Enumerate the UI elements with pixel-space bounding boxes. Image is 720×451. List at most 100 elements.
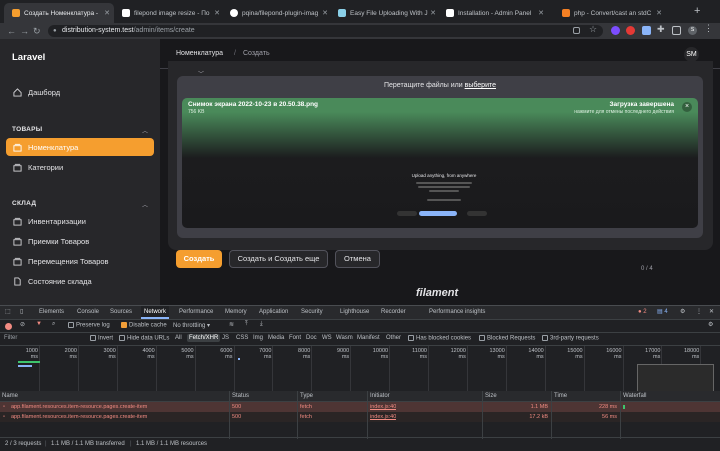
sidebar-item-receipts[interactable]: Приемки Товаров	[6, 232, 154, 250]
tab-elements[interactable]: Elements	[39, 306, 64, 319]
preserve-log-checkbox[interactable]: Preserve log	[68, 322, 110, 329]
tab-lighthouse[interactable]: Lighthouse	[340, 306, 369, 319]
sidebar-item-items[interactable]: Номенклатура	[6, 138, 154, 156]
browser-tab[interactable]: php - Convert/cast an stdC ✕	[556, 3, 666, 23]
more-options-icon[interactable]: ⋮	[696, 306, 702, 319]
tab-security[interactable]: Security	[301, 306, 323, 319]
back-arrow-icon[interactable]: ←	[7, 23, 16, 39]
record-icon[interactable]	[5, 323, 12, 330]
gear-icon[interactable]: ⚙	[708, 321, 713, 328]
error-badge[interactable]: ● 2	[638, 306, 647, 319]
reload-icon[interactable]: ↻	[33, 23, 41, 39]
wifi-icon[interactable]: ≋	[229, 321, 234, 328]
filter-type-fetch-xhr[interactable]: Fetch/XHR	[187, 334, 221, 342]
close-icon[interactable]: ×	[682, 102, 692, 112]
column-header-waterfall[interactable]: Waterfall	[620, 391, 646, 402]
network-overview-timeline[interactable]: 1000 ms 2000 ms 3000 ms 4000 ms 5000 ms 6000 …	[0, 346, 720, 395]
blocked-cookies-checkbox[interactable]: Has blocked cookies	[408, 335, 471, 342]
filter-input[interactable]: Filter	[4, 335, 84, 341]
sidebar-group-title[interactable]: ТОВАРЫ	[12, 126, 42, 133]
filter-type-doc[interactable]: Doc	[306, 335, 317, 341]
new-tab-button[interactable]: +	[694, 5, 700, 17]
footer-logo[interactable]: filament	[416, 287, 458, 299]
column-header-initiator[interactable]: Initiator	[367, 391, 390, 402]
filter-type-img[interactable]: Img	[253, 335, 263, 341]
extension-icon[interactable]	[626, 26, 635, 35]
browser-tab[interactable]: filepond image resize - По ✕	[116, 3, 224, 23]
filter-type-other[interactable]: Other	[386, 335, 401, 341]
disable-cache-checkbox[interactable]: Disable cache	[121, 322, 167, 329]
tab-network[interactable]: Network	[141, 306, 170, 319]
invert-checkbox[interactable]: Invert	[90, 335, 113, 342]
breadcrumb-parent[interactable]: Номенклатура	[176, 50, 223, 57]
create-button[interactable]: Создать	[176, 250, 222, 268]
avatar[interactable]: SM	[684, 47, 699, 62]
sidebar-item-stock[interactable]: Состояние склада	[6, 272, 154, 290]
tab-recorder[interactable]: Recorder	[381, 306, 406, 319]
filter-type-wasm[interactable]: Wasm	[336, 335, 353, 341]
request-initiator[interactable]: index.js:40	[370, 412, 396, 422]
tab-memory[interactable]: Memory	[225, 306, 247, 319]
sidebar-group-title[interactable]: СКЛАД	[12, 200, 36, 207]
close-tab-icon[interactable]: ✕	[214, 9, 220, 17]
sidebar-item-dashboard[interactable]: Дашборд	[6, 83, 154, 101]
close-tab-icon[interactable]: ✕	[656, 9, 662, 17]
table-row[interactable]: ▫ app.filament.resources.item-resource.p…	[0, 402, 720, 412]
close-tab-icon[interactable]: ✕	[104, 9, 110, 17]
column-header-status[interactable]: Status	[229, 391, 249, 402]
url-field[interactable]: ● distribution-system.test/admin/items/c…	[48, 25, 603, 37]
column-header-size[interactable]: Size	[482, 391, 497, 402]
browse-link[interactable]: выберите	[465, 82, 496, 89]
sidebar-item-categories[interactable]: Категории	[6, 158, 154, 176]
column-header-type[interactable]: Type	[297, 391, 313, 402]
table-row[interactable]: ▫ app.filament.resources.item-resource.p…	[0, 412, 720, 422]
throttling-select[interactable]: No throttling ▾	[173, 322, 210, 329]
extension-icon[interactable]	[642, 26, 651, 35]
sidebar-item-inventories[interactable]: Инвентаризации	[6, 212, 154, 230]
message-badge[interactable]: ▤ 4	[657, 306, 668, 319]
close-tab-icon[interactable]: ✕	[430, 9, 436, 17]
bookmark-star-icon[interactable]: ☆	[589, 24, 597, 34]
filter-type-js[interactable]: JS	[222, 335, 229, 341]
gear-icon[interactable]: ⚙	[680, 306, 685, 319]
inspect-icon[interactable]: ⬚	[5, 306, 11, 319]
filter-type-manifest[interactable]: Manifest	[357, 335, 380, 341]
browser-tab[interactable]: Easy File Uploading With J ✕	[332, 3, 440, 23]
tab-application[interactable]: Application	[259, 306, 288, 319]
waterfall-overview[interactable]	[637, 364, 714, 392]
brand-logo[interactable]: Laravel	[12, 52, 45, 63]
blocked-requests-checkbox[interactable]: Blocked Requests	[479, 335, 535, 342]
tab-console[interactable]: Console	[77, 306, 99, 319]
chevron-up-icon[interactable]: ︿	[142, 200, 148, 209]
filter-type-all[interactable]: All	[175, 335, 182, 341]
create-another-button[interactable]: Создать и Создать еще	[229, 250, 328, 268]
download-icon[interactable]: ⤓	[260, 321, 263, 328]
third-party-checkbox[interactable]: 3rd-party requests	[542, 335, 599, 342]
share-icon[interactable]	[573, 27, 580, 34]
clear-icon[interactable]: ⊘	[20, 321, 25, 328]
extension-icon[interactable]	[611, 26, 620, 35]
browser-tab-active[interactable]: Создать Номенклатура - ✕	[4, 3, 114, 23]
sidebar-item-transfers[interactable]: Перемещения Товаров	[6, 252, 154, 270]
browser-tab[interactable]: pqina/filepond-plugin-imag ✕	[224, 3, 332, 23]
request-initiator[interactable]: index.js:40	[370, 402, 396, 412]
close-tab-icon[interactable]: ✕	[322, 9, 328, 17]
dropzone-label[interactable]: Перетащите файлы или выберите	[177, 82, 703, 89]
upload-icon[interactable]: ⤒	[245, 321, 248, 328]
profile-icon[interactable]: S	[688, 26, 697, 35]
search-icon[interactable]: ⌕	[52, 321, 55, 328]
close-icon[interactable]: ✕	[709, 306, 714, 319]
file-upload-dropzone[interactable]: Перетащите файлы или выберите Снимок экр…	[177, 76, 703, 238]
column-header-time[interactable]: Time	[551, 391, 567, 402]
chevron-up-icon[interactable]: ︿	[142, 126, 148, 135]
forward-arrow-icon[interactable]: →	[20, 23, 29, 39]
hide-data-urls-checkbox[interactable]: Hide data URLs	[119, 335, 169, 342]
tab-sources[interactable]: Sources	[110, 306, 132, 319]
filter-type-font[interactable]: Font	[289, 335, 301, 341]
sidebar-toggle-icon[interactable]	[672, 26, 681, 35]
filter-type-ws[interactable]: WS	[322, 335, 332, 341]
browser-tab[interactable]: Installation - Admin Panel ✕	[440, 3, 548, 23]
breadcrumb-current[interactable]: Создать	[243, 50, 270, 57]
column-header-name[interactable]: Name	[0, 391, 18, 402]
cancel-button[interactable]: Отмена	[335, 250, 380, 268]
